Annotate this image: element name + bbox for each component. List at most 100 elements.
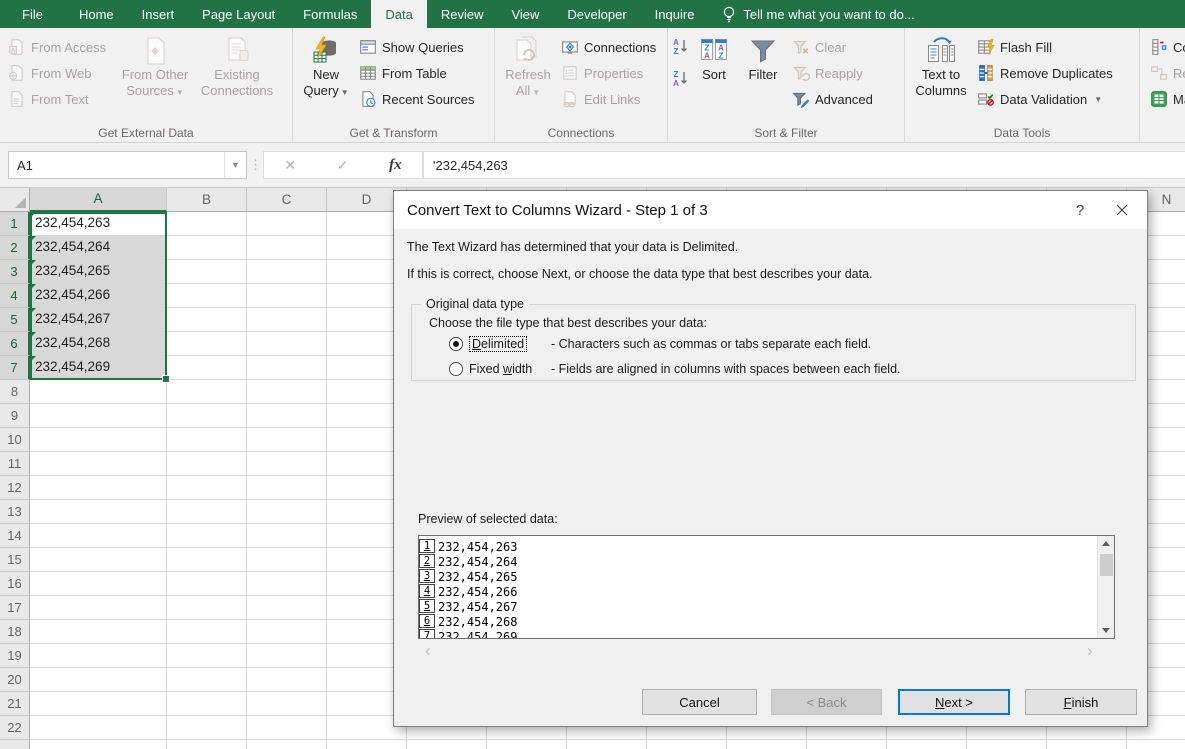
cell-a19[interactable] (30, 644, 167, 668)
cell-c14[interactable] (247, 524, 327, 548)
cell-c12[interactable] (247, 476, 327, 500)
column-header-c[interactable]: C (247, 188, 327, 212)
row-header-15[interactable]: 15 (0, 548, 30, 572)
cell-b6[interactable] (167, 332, 247, 356)
tab-view[interactable]: View (497, 0, 553, 28)
remove-duplicates-button[interactable]: Remove Duplicates (973, 60, 1117, 86)
cell-c18[interactable] (247, 620, 327, 644)
cell-c9[interactable] (247, 404, 327, 428)
row-header-12[interactable]: 12 (0, 476, 30, 500)
text-to-columns-button[interactable]: Text to Columns (909, 31, 973, 123)
tab-insert[interactable]: Insert (128, 0, 189, 28)
row-header-18[interactable]: 18 (0, 620, 30, 644)
row-header-21[interactable]: 21 (0, 692, 30, 716)
sort-button[interactable]: ZAAZ Sort (690, 31, 738, 123)
column-header-b[interactable]: B (167, 188, 247, 212)
cell-a20[interactable] (30, 668, 167, 692)
finish-button[interactable]: Finish (1025, 689, 1137, 715)
cell-b8[interactable] (167, 380, 247, 404)
formula-bar-handle[interactable]: ⋮ (247, 157, 263, 173)
dialog-close-button[interactable] (1101, 195, 1143, 225)
next-button[interactable]: Next > (898, 689, 1010, 715)
cell-b10[interactable] (167, 428, 247, 452)
back-button[interactable]: < Back (771, 689, 882, 715)
cell-a11[interactable] (30, 452, 167, 476)
cell-c11[interactable] (247, 452, 327, 476)
cell-a18[interactable] (30, 620, 167, 644)
cell-a7[interactable]: 232,454,269 (30, 356, 167, 380)
column-header-a[interactable]: A (30, 188, 167, 212)
relationships-button[interactable]: Rel (1146, 60, 1185, 86)
sort-descending-button[interactable]: ZA (672, 69, 690, 92)
cell-a8[interactable] (30, 380, 167, 404)
cell-d23[interactable] (327, 740, 407, 749)
tab-review[interactable]: Review (427, 0, 498, 28)
row-header-22[interactable]: 22 (0, 716, 30, 740)
cell-b18[interactable] (167, 620, 247, 644)
cell-i23[interactable] (727, 740, 807, 749)
from-access-button[interactable]: A From Access (4, 34, 116, 60)
cell-k23[interactable] (887, 740, 967, 749)
cell-a15[interactable] (30, 548, 167, 572)
cell-b5[interactable] (167, 308, 247, 332)
tab-data[interactable]: Data (371, 0, 427, 28)
cell-c8[interactable] (247, 380, 327, 404)
cell-a5[interactable]: 232,454,267 (30, 308, 167, 332)
scrollbar-thumb[interactable] (1099, 554, 1113, 576)
existing-connections-button[interactable]: Existing Connections (194, 31, 280, 123)
new-query-button[interactable]: New Query ▼ (297, 31, 355, 123)
row-header-5[interactable]: 5 (0, 308, 30, 332)
cell-c22[interactable] (247, 716, 327, 740)
cancel-button[interactable]: Cancel (642, 689, 757, 715)
delimited-radio[interactable] (449, 337, 463, 351)
dialog-title-bar[interactable]: Convert Text to Columns Wizard - Step 1 … (394, 191, 1147, 229)
cell-h23[interactable] (647, 740, 727, 749)
preview-vertical-scrollbar[interactable] (1097, 536, 1114, 638)
cell-c16[interactable] (247, 572, 327, 596)
manage-data-model-button[interactable]: Ma (1146, 86, 1185, 112)
tell-me-box[interactable]: Tell me what you want to do... (722, 0, 915, 28)
cell-a9[interactable] (30, 404, 167, 428)
cell-a4[interactable]: 232,454,266 (30, 284, 167, 308)
from-other-sources-button[interactable]: From Other Sources ▼ (116, 31, 194, 123)
cell-a12[interactable] (30, 476, 167, 500)
row-header-10[interactable]: 10 (0, 428, 30, 452)
row-header-9[interactable]: 9 (0, 404, 30, 428)
cell-b2[interactable] (167, 236, 247, 260)
cell-g23[interactable] (567, 740, 647, 749)
from-text-button[interactable]: From Text (4, 86, 116, 112)
tab-formulas[interactable]: Formulas (289, 0, 371, 28)
cell-f23[interactable] (487, 740, 567, 749)
edit-links-button[interactable]: Edit Links (557, 86, 660, 112)
advanced-filter-button[interactable]: Advanced (788, 86, 877, 112)
cell-c1[interactable] (247, 212, 327, 236)
tab-developer[interactable]: Developer (553, 0, 640, 28)
cell-a1[interactable]: 232,454,263 (30, 212, 167, 236)
cell-a6[interactable]: 232,454,268 (30, 332, 167, 356)
row-header-6[interactable]: 6 (0, 332, 30, 356)
cell-b17[interactable] (167, 596, 247, 620)
sort-ascending-button[interactable]: AZ (672, 37, 690, 60)
data-validation-button[interactable]: Data Validation ▼ (973, 86, 1117, 112)
cell-c17[interactable] (247, 596, 327, 620)
row-header-1[interactable]: 1 (0, 212, 30, 236)
cell-b13[interactable] (167, 500, 247, 524)
scroll-down-icon[interactable] (1098, 622, 1115, 638)
cell-l23[interactable] (967, 740, 1047, 749)
filter-button[interactable]: Filter (738, 31, 788, 123)
tab-home[interactable]: Home (65, 0, 128, 28)
cell-b3[interactable] (167, 260, 247, 284)
cell-b9[interactable] (167, 404, 247, 428)
cell-m23[interactable] (1047, 740, 1127, 749)
cell-c6[interactable] (247, 332, 327, 356)
select-all-corner[interactable] (0, 188, 30, 212)
clear-filter-button[interactable]: Clear (788, 34, 877, 60)
cell-b11[interactable] (167, 452, 247, 476)
cell-b1[interactable] (167, 212, 247, 236)
row-header-19[interactable]: 19 (0, 644, 30, 668)
row-header-2[interactable]: 2 (0, 236, 30, 260)
consolidate-button[interactable]: Co (1146, 34, 1185, 60)
cell-b19[interactable] (167, 644, 247, 668)
cell-a16[interactable] (30, 572, 167, 596)
cancel-entry-icon[interactable]: ✕ (284, 157, 296, 174)
